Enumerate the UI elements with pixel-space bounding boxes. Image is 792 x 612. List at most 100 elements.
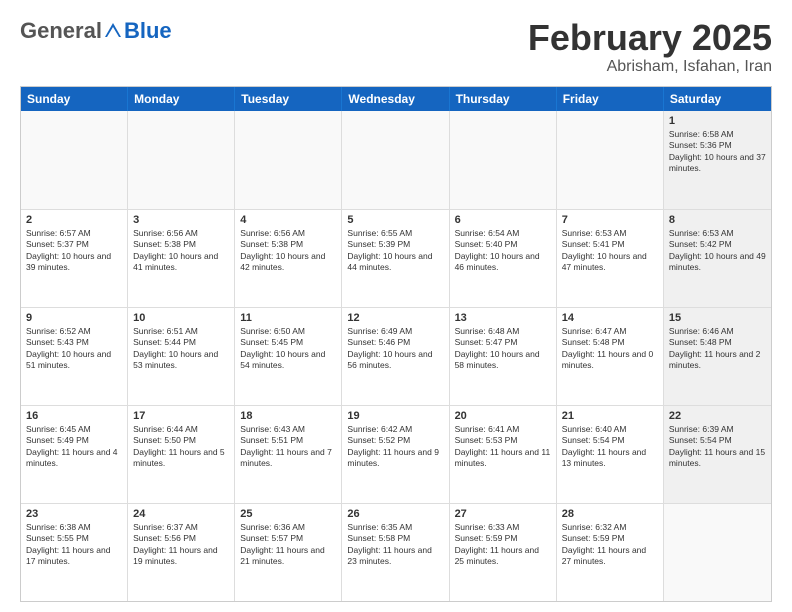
subtitle: Abrisham, Isfahan, Iran — [528, 58, 772, 76]
cell-text: Sunrise: 6:53 AM Sunset: 5:42 PM Dayligh… — [669, 228, 766, 274]
calendar-cell: 9 Sunrise: 6:52 AM Sunset: 5:43 PM Daylig… — [21, 308, 128, 405]
day-number: 27 — [455, 508, 551, 520]
calendar-cell: 16 Sunrise: 6:45 AM Sunset: 5:49 PM Dayli… — [21, 406, 128, 503]
day-number: 4 — [240, 214, 336, 226]
calendar-header-cell: Tuesday — [235, 87, 342, 111]
cell-text: Sunrise: 6:37 AM Sunset: 5:56 PM Dayligh… — [133, 522, 229, 568]
calendar-cell: 2 Sunrise: 6:57 AM Sunset: 5:37 PM Daylig… — [21, 210, 128, 307]
day-number: 18 — [240, 410, 336, 422]
calendar-header-cell: Monday — [128, 87, 235, 111]
calendar-cell: 23Sunrise: 6:38 AM Sunset: 5:55 PM Dayli… — [21, 504, 128, 601]
cell-text: Sunrise: 6:56 AM Sunset: 5:38 PM Dayligh… — [133, 228, 229, 274]
cell-text: Sunrise: 6:52 AM Sunset: 5:43 PM Dayligh… — [26, 326, 122, 372]
cell-text: Sunrise: 6:50 AM Sunset: 5:45 PM Dayligh… — [240, 326, 336, 372]
calendar-row: 16 Sunrise: 6:45 AM Sunset: 5:49 PM Dayli… — [21, 405, 771, 503]
day-number: 15 — [669, 312, 766, 324]
day-number: 17 — [133, 410, 229, 422]
cell-text: Sunrise: 6:53 AM Sunset: 5:41 PM Dayligh… — [562, 228, 658, 274]
cell-text: Sunrise: 6:35 AM Sunset: 5:58 PM Dayligh… — [347, 522, 443, 568]
day-number: 21 — [562, 410, 658, 422]
calendar-cell: 27 Sunrise: 6:33 AM Sunset: 5:59 PM Dayli… — [450, 504, 557, 601]
logo-general: General — [20, 18, 102, 44]
day-number: 23 — [26, 508, 122, 520]
header: General Blue February 2025 Abrisham, Isf… — [20, 18, 772, 76]
logo-icon — [103, 21, 123, 41]
calendar-header: SundayMondayTuesdayWednesdayThursdayFrid… — [21, 87, 771, 111]
calendar-cell: 28 Sunrise: 6:32 AM Sunset: 5:59 PM Dayli… — [557, 504, 664, 601]
cell-text: Sunrise: 6:49 AM Sunset: 5:46 PM Dayligh… — [347, 326, 443, 372]
calendar-cell — [664, 504, 771, 601]
day-number: 26 — [347, 508, 443, 520]
calendar-cell: 15Sunrise: 6:46 AM Sunset: 5:48 PM Dayli… — [664, 308, 771, 405]
calendar: SundayMondayTuesdayWednesdayThursdayFrid… — [20, 86, 772, 602]
cell-text: Sunrise: 6:43 AM Sunset: 5:51 PM Dayligh… — [240, 424, 336, 470]
cell-text: Sunrise: 6:36 AM Sunset: 5:57 PM Dayligh… — [240, 522, 336, 568]
main-title: February 2025 — [528, 18, 772, 58]
calendar-body: 1 Sunrise: 6:58 AM Sunset: 5:36 PM Daylig… — [21, 111, 771, 601]
calendar-cell — [557, 111, 664, 209]
day-number: 12 — [347, 312, 443, 324]
cell-text: Sunrise: 6:32 AM Sunset: 5:59 PM Dayligh… — [562, 522, 658, 568]
day-number: 13 — [455, 312, 551, 324]
calendar-row: 2 Sunrise: 6:57 AM Sunset: 5:37 PM Daylig… — [21, 209, 771, 307]
day-number: 16 — [26, 410, 122, 422]
calendar-cell: 24 Sunrise: 6:37 AM Sunset: 5:56 PM Dayli… — [128, 504, 235, 601]
cell-text: Sunrise: 6:44 AM Sunset: 5:50 PM Dayligh… — [133, 424, 229, 470]
calendar-cell: 13 Sunrise: 6:48 AM Sunset: 5:47 PM Dayli… — [450, 308, 557, 405]
logo-blue: Blue — [124, 18, 172, 44]
day-number: 8 — [669, 214, 766, 226]
cell-text: Sunrise: 6:57 AM Sunset: 5:37 PM Dayligh… — [26, 228, 122, 274]
calendar-cell: 7 Sunrise: 6:53 AM Sunset: 5:41 PM Daylig… — [557, 210, 664, 307]
page: General Blue February 2025 Abrisham, Isf… — [0, 0, 792, 612]
cell-text: Sunrise: 6:45 AM Sunset: 5:49 PM Dayligh… — [26, 424, 122, 470]
calendar-header-cell: Sunday — [21, 87, 128, 111]
calendar-cell: 22 Sunrise: 6:39 AM Sunset: 5:54 PM Dayli… — [664, 406, 771, 503]
calendar-cell — [342, 111, 449, 209]
cell-text: Sunrise: 6:48 AM Sunset: 5:47 PM Dayligh… — [455, 326, 551, 372]
calendar-cell — [450, 111, 557, 209]
calendar-cell: 10 Sunrise: 6:51 AM Sunset: 5:44 PM Dayli… — [128, 308, 235, 405]
day-number: 9 — [26, 312, 122, 324]
calendar-cell: 6 Sunrise: 6:54 AM Sunset: 5:40 PM Daylig… — [450, 210, 557, 307]
calendar-cell: 21 Sunrise: 6:40 AM Sunset: 5:54 PM Dayli… — [557, 406, 664, 503]
day-number: 22 — [669, 410, 766, 422]
day-number: 24 — [133, 508, 229, 520]
cell-text: Sunrise: 6:55 AM Sunset: 5:39 PM Dayligh… — [347, 228, 443, 274]
day-number: 19 — [347, 410, 443, 422]
calendar-cell: 20Sunrise: 6:41 AM Sunset: 5:53 PM Dayli… — [450, 406, 557, 503]
cell-text: Sunrise: 6:58 AM Sunset: 5:36 PM Dayligh… — [669, 129, 766, 175]
day-number: 11 — [240, 312, 336, 324]
cell-text: Sunrise: 6:41 AM Sunset: 5:53 PM Dayligh… — [455, 424, 551, 470]
calendar-cell: 26 Sunrise: 6:35 AM Sunset: 5:58 PM Dayli… — [342, 504, 449, 601]
calendar-cell: 18 Sunrise: 6:43 AM Sunset: 5:51 PM Dayli… — [235, 406, 342, 503]
day-number: 14 — [562, 312, 658, 324]
calendar-cell: 12 Sunrise: 6:49 AM Sunset: 5:46 PM Dayli… — [342, 308, 449, 405]
day-number: 3 — [133, 214, 229, 226]
calendar-cell: 1 Sunrise: 6:58 AM Sunset: 5:36 PM Daylig… — [664, 111, 771, 209]
cell-text: Sunrise: 6:51 AM Sunset: 5:44 PM Dayligh… — [133, 326, 229, 372]
calendar-header-cell: Friday — [557, 87, 664, 111]
cell-text: Sunrise: 6:56 AM Sunset: 5:38 PM Dayligh… — [240, 228, 336, 274]
day-number: 7 — [562, 214, 658, 226]
cell-text: Sunrise: 6:39 AM Sunset: 5:54 PM Dayligh… — [669, 424, 766, 470]
calendar-cell: 19Sunrise: 6:42 AM Sunset: 5:52 PM Dayli… — [342, 406, 449, 503]
calendar-row: 23Sunrise: 6:38 AM Sunset: 5:55 PM Dayli… — [21, 503, 771, 601]
calendar-header-cell: Thursday — [450, 87, 557, 111]
day-number: 6 — [455, 214, 551, 226]
day-number: 28 — [562, 508, 658, 520]
cell-text: Sunrise: 6:40 AM Sunset: 5:54 PM Dayligh… — [562, 424, 658, 470]
calendar-header-cell: Saturday — [664, 87, 771, 111]
cell-text: Sunrise: 6:47 AM Sunset: 5:48 PM Dayligh… — [562, 326, 658, 372]
calendar-cell — [21, 111, 128, 209]
day-number: 1 — [669, 115, 766, 127]
calendar-header-cell: Wednesday — [342, 87, 449, 111]
calendar-cell: 8 Sunrise: 6:53 AM Sunset: 5:42 PM Daylig… — [664, 210, 771, 307]
logo: General Blue — [20, 18, 172, 44]
calendar-cell — [128, 111, 235, 209]
cell-text: Sunrise: 6:33 AM Sunset: 5:59 PM Dayligh… — [455, 522, 551, 568]
day-number: 2 — [26, 214, 122, 226]
day-number: 10 — [133, 312, 229, 324]
cell-text: Sunrise: 6:54 AM Sunset: 5:40 PM Dayligh… — [455, 228, 551, 274]
calendar-cell: 11 Sunrise: 6:50 AM Sunset: 5:45 PM Dayli… — [235, 308, 342, 405]
calendar-cell: 5Sunrise: 6:55 AM Sunset: 5:39 PM Daylig… — [342, 210, 449, 307]
